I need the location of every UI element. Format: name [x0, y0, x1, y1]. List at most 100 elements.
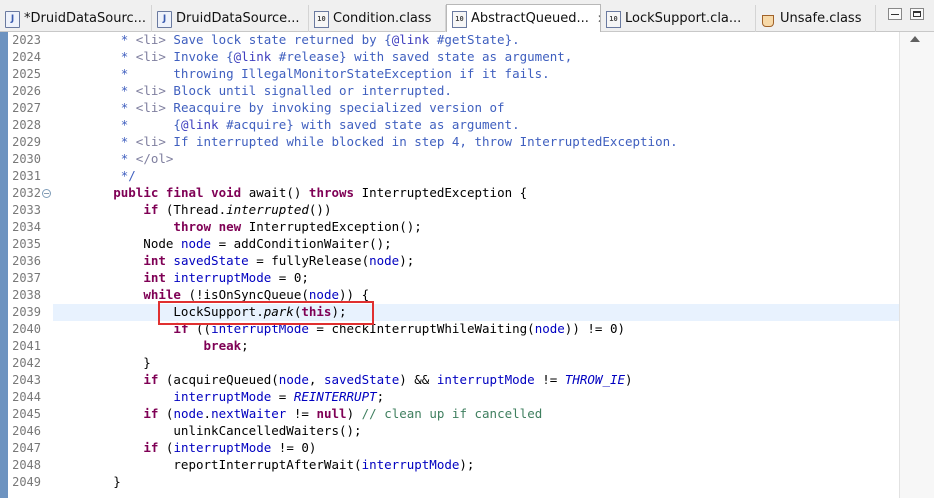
code-token: ): [346, 406, 362, 421]
code-token: Reacquire by invoking specialized versio…: [165, 100, 505, 115]
code-token: InterruptedException();: [241, 219, 422, 234]
code-line[interactable]: * <li> Save lock state returned by {@lin…: [53, 32, 899, 49]
code-token: interruptMode: [173, 270, 272, 285]
code-token: Invoke {: [165, 49, 234, 64]
tab-0[interactable]: *DruidDataSourc...: [0, 5, 152, 32]
code-token: interruptMode: [361, 457, 460, 472]
code-line[interactable]: * </ol>: [53, 151, 899, 168]
minimize-button[interactable]: [888, 8, 902, 20]
line-number: 2045: [12, 407, 41, 421]
line-number: 2025: [12, 67, 41, 81]
code-token: node: [173, 406, 204, 421]
code-token: ()): [308, 202, 332, 217]
line-number: 2040: [12, 322, 41, 336]
vertical-scrollbar[interactable]: [899, 32, 934, 498]
code-token: nextWaiter: [211, 406, 287, 421]
java-file-icon: [156, 10, 172, 28]
code-token: )) != 0): [564, 321, 626, 336]
code-token: }: [53, 474, 121, 489]
line-number: 2033: [12, 203, 41, 217]
code-line[interactable]: * throwing IllegalMonitorStateException …: [53, 66, 899, 83]
maximize-button[interactable]: [910, 8, 924, 20]
code-line[interactable]: int savedState = fullyRelease(node);: [53, 253, 899, 270]
tab-4[interactable]: LockSupport.cla...: [601, 5, 756, 32]
code-token: <li>: [135, 32, 166, 47]
line-number: 2038: [12, 288, 41, 302]
code-token: *: [53, 100, 136, 115]
code-token: *: [53, 151, 136, 166]
code-line[interactable]: * <li> If interrupted while blocked in s…: [53, 134, 899, 151]
line-number: 2037: [12, 271, 41, 285]
code-token: throws: [308, 185, 355, 200]
code-token: != 0): [271, 440, 317, 455]
code-token: = 0;: [271, 270, 309, 285]
code-line[interactable]: * <li> Block until signalled or interrup…: [53, 83, 899, 100]
code-line[interactable]: public final void await() throws Interru…: [53, 185, 899, 202]
tab-2[interactable]: Condition.class: [309, 5, 446, 32]
code-line[interactable]: if (Thread.interrupted()): [53, 202, 899, 219]
code-token: public: [113, 185, 159, 200]
code-token: savedState: [323, 372, 400, 387]
java-file-icon: [4, 10, 20, 28]
scroll-up-arrow-icon[interactable]: [910, 36, 920, 42]
tab-5[interactable]: Unsafe.class: [756, 5, 876, 32]
code-line[interactable]: * <li> Invoke {@link #release} with save…: [53, 49, 899, 66]
code-token: THROW_IE: [564, 372, 626, 387]
code-token: // clean up if cancelled: [361, 406, 543, 421]
line-number: 2048: [12, 458, 41, 472]
code-editor[interactable]: 2023 2024 2025 2026 2027 2028 2029 2030 2031 2032…: [0, 32, 934, 498]
code-token: (Thread.: [158, 202, 227, 217]
code-line[interactable]: * <li> Reacquire by invoking specialized…: [53, 100, 899, 117]
code-token: node: [278, 372, 309, 387]
code-line[interactable]: int interruptMode = 0;: [53, 270, 899, 287]
line-number: 2023: [12, 33, 41, 47]
line-number: 2032: [12, 186, 41, 200]
code-token: = fullyRelease(: [248, 253, 370, 268]
tab-label: AbstractQueued...: [471, 11, 589, 26]
scrollbar-track[interactable]: [902, 48, 932, 498]
code-line[interactable]: if (acquireQueued(node, savedState) && i…: [53, 372, 899, 389]
tab-1[interactable]: DruidDataSource...: [152, 5, 309, 32]
code-token: */: [53, 168, 136, 183]
line-number-gutter: 2023 2024 2025 2026 2027 2028 2029 2030 2031 2032…: [8, 32, 53, 498]
line-number: 2031: [12, 169, 41, 183]
code-line[interactable]: break;: [53, 338, 899, 355]
code-token: if: [143, 372, 159, 387]
code-line[interactable]: Node node = addConditionWaiter();: [53, 236, 899, 253]
code-token: !=: [534, 372, 565, 387]
tab-label: LockSupport.cla...: [625, 11, 742, 26]
code-line[interactable]: if (interruptMode != 0): [53, 440, 899, 457]
code-token: </ol>: [135, 151, 174, 166]
tab-3[interactable]: AbstractQueued...✕: [446, 4, 601, 32]
code-line[interactable]: unlinkCancelledWaiters();: [53, 423, 899, 440]
fold-toggle-icon[interactable]: −: [42, 189, 51, 198]
code-line[interactable]: reportInterruptAfterWait(interruptMode);: [53, 457, 899, 474]
code-line[interactable]: interruptMode = REINTERRUPT;: [53, 389, 899, 406]
code-token: }: [53, 355, 151, 370]
code-token: <li>: [135, 49, 166, 64]
code-line[interactable]: }: [53, 474, 899, 491]
code-line[interactable]: throw new InterruptedException();: [53, 219, 899, 236]
code-line[interactable]: }: [53, 355, 899, 372]
code-token: If interrupted while blocked in step 4, …: [165, 134, 678, 149]
code-token: node: [180, 236, 212, 251]
code-line[interactable]: */: [53, 168, 899, 185]
line-number: 2026: [12, 84, 41, 98]
code-token: interruptMode: [173, 440, 272, 455]
code-line[interactable]: if (node.nextWaiter != null) // clean up…: [53, 406, 899, 423]
code-token: <li>: [135, 83, 166, 98]
line-number: 2046: [12, 424, 41, 438]
code-token: <li>: [135, 100, 166, 115]
code-line[interactable]: * {@link #acquire} with saved state as a…: [53, 117, 899, 134]
code-token: ) &&: [399, 372, 437, 387]
line-number: 2039: [12, 305, 41, 319]
code-area[interactable]: * <li> Save lock state returned by {@lin…: [53, 32, 899, 498]
code-token: int: [143, 253, 166, 268]
line-number: 2034: [12, 220, 41, 234]
